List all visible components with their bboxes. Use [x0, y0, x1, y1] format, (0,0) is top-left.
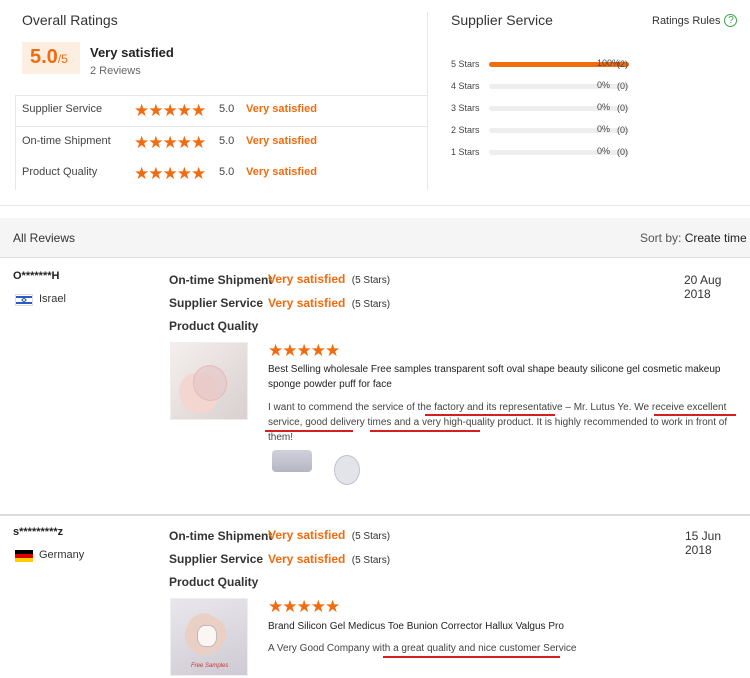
- review-photo-thumb[interactable]: [334, 455, 360, 485]
- underline-annotation: [654, 414, 736, 416]
- star-bar-label: 4 Stars: [451, 81, 480, 91]
- product-rating-stars: ★★★★★: [268, 597, 340, 616]
- review-shipment-stars: (5 Stars): [351, 531, 391, 542]
- review-service-stars: (5 Stars): [351, 555, 391, 566]
- sort-by-value: Create time: [684, 231, 747, 245]
- overall-row-stars: ★★★★★: [134, 133, 206, 152]
- product-thumbnail[interactable]: Free Samples: [170, 598, 248, 676]
- review-date: 20 Aug 2018: [684, 273, 722, 301]
- star-bar-label: 2 Stars: [451, 125, 480, 135]
- star-bar-percent: 0%: [597, 102, 611, 112]
- review-service-label: Supplier Service: [169, 296, 264, 310]
- overall-row-divider: [15, 126, 427, 127]
- overall-score-value: 5.0: [30, 46, 58, 68]
- star-bar-percent: 0%: [597, 80, 611, 90]
- review-comment: I want to commend the service of the fac…: [268, 402, 728, 443]
- review-divider: [0, 514, 750, 516]
- question-circle-icon: ?: [724, 14, 738, 27]
- star-bar-percent: 0%: [597, 124, 611, 134]
- star-bar-count: (0): [617, 103, 628, 113]
- review-comment: A Very Good Company with a great quality…: [268, 643, 577, 654]
- star-bar-count: (0): [617, 81, 628, 91]
- overall-row-label: Supplier Service: [22, 103, 103, 115]
- ratings-rules-label: Ratings Rules: [652, 14, 721, 27]
- image-caption: Free Samples: [191, 663, 229, 669]
- overall-score: 5.0/5: [30, 46, 68, 69]
- israel-flag-icon: [15, 294, 33, 306]
- review-shipment-rating: Very satisfied (5 Stars): [268, 528, 390, 542]
- review-quality-label: Product Quality: [169, 319, 259, 333]
- ratings-rules-link[interactable]: Ratings Rules ?: [652, 14, 738, 27]
- review-service-rating: Very satisfied (5 Stars): [268, 296, 390, 310]
- supplier-service-title: Supplier Service: [451, 12, 553, 28]
- star-bar-label: 1 Stars: [451, 147, 480, 157]
- product-thumbnail[interactable]: [170, 342, 248, 420]
- review-user: O*******H: [13, 270, 60, 282]
- overall-row-verdict: Very satisfied: [246, 103, 317, 115]
- star-bar-label: 5 Stars: [451, 59, 480, 69]
- sort-by-control[interactable]: Sort by: Create time: [640, 231, 747, 245]
- star-bar-percent: 0%: [597, 146, 611, 156]
- underline-annotation: [383, 656, 560, 658]
- corrector-shape: [197, 625, 217, 647]
- product-name[interactable]: Brand Silicon Gel Medicus Toe Bunion Cor…: [268, 619, 738, 634]
- review-service-stars: (5 Stars): [351, 299, 391, 310]
- overall-row-label: Product Quality: [22, 166, 98, 178]
- all-reviews-title: All Reviews: [13, 231, 76, 245]
- overall-row-verdict: Very satisfied: [246, 135, 317, 147]
- overall-row-score: 5.0: [219, 103, 235, 115]
- review-shipment-value: Very satisfied: [268, 272, 346, 286]
- overall-row-score: 5.0: [219, 135, 235, 147]
- all-reviews-header: [0, 218, 750, 258]
- review-country: Germany: [39, 549, 85, 561]
- overall-verdict: Very satisfied: [90, 45, 174, 60]
- underline-annotation: [425, 414, 555, 416]
- review-date: 15 Jun 2018: [685, 529, 722, 557]
- review-shipment-stars: (5 Stars): [351, 275, 391, 286]
- overall-ratings-title: Overall Ratings: [22, 12, 118, 28]
- overall-row-stars: ★★★★★: [134, 101, 206, 120]
- review-country: Israel: [39, 293, 66, 305]
- review-shipment-label: On-time Shipment: [169, 273, 273, 287]
- review-service-value: Very satisfied: [268, 552, 346, 566]
- product-rating-stars: ★★★★★: [268, 341, 340, 360]
- overall-row-label: On-time Shipment: [22, 135, 111, 147]
- section-divider: [427, 12, 428, 190]
- overall-score-suffix: /5: [57, 52, 68, 66]
- overall-row-score: 5.0: [219, 166, 235, 178]
- germany-flag-icon: [15, 550, 33, 562]
- star-bar-label: 3 Stars: [451, 103, 480, 113]
- reviews-count: 2 Reviews: [90, 65, 141, 77]
- star-bar-count: (0): [617, 125, 628, 135]
- review-quality-label: Product Quality: [169, 575, 259, 589]
- star-bar-count: (2): [617, 59, 628, 69]
- review-user: s*********z: [13, 526, 64, 538]
- underline-annotation: [370, 430, 480, 432]
- star-bar-count: (0): [617, 147, 628, 157]
- overall-row-verdict: Very satisfied: [246, 166, 317, 178]
- review-shipment-rating: Very satisfied (5 Stars): [268, 272, 390, 286]
- review-photo-thumb[interactable]: [272, 450, 312, 472]
- review-service-value: Very satisfied: [268, 296, 346, 310]
- review-shipment-value: Very satisfied: [268, 528, 346, 542]
- review-service-rating: Very satisfied (5 Stars): [268, 552, 390, 566]
- review-shipment-label: On-time Shipment: [169, 529, 273, 543]
- header-divider: [0, 205, 750, 206]
- underline-annotation: [265, 430, 353, 432]
- product-name[interactable]: Best Selling wholesale Free samples tran…: [268, 362, 738, 392]
- review-service-label: Supplier Service: [169, 552, 264, 566]
- sort-by-label: Sort by:: [640, 231, 682, 245]
- overall-row-stars: ★★★★★: [134, 164, 206, 183]
